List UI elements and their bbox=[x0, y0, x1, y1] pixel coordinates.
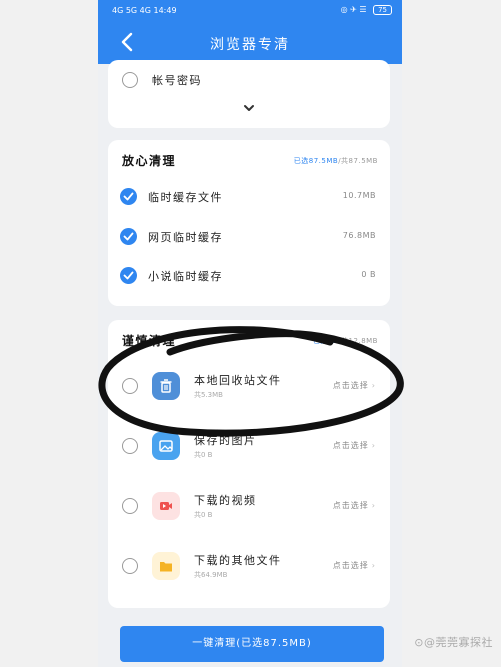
item-name-other-files: 下载的其他文件 bbox=[194, 554, 282, 567]
check-icon bbox=[123, 192, 134, 201]
status-signal: 4G 5G 4G 14:49 bbox=[112, 6, 177, 15]
folder-icon bbox=[152, 552, 180, 580]
select-downloaded-videos[interactable]: 点击选择 › bbox=[333, 500, 376, 511]
radio-other-files[interactable] bbox=[122, 558, 138, 574]
item-name-downloaded-videos: 下载的视频 bbox=[194, 494, 257, 507]
item-sub-downloaded-videos: 共0 B bbox=[194, 511, 213, 519]
page-title: 浏览器专清 bbox=[210, 37, 290, 53]
careful-selected: 已选0B bbox=[312, 337, 339, 345]
phone-screen: 4G 5G 4G 14:49 ◎ ✈ ☰ 75 浏览器专清 帐号密码 放心清理 … bbox=[98, 0, 402, 667]
select-recycle-bin[interactable]: 点击选择 › bbox=[333, 380, 376, 391]
select-saved-images[interactable]: 点击选择 › bbox=[333, 440, 376, 451]
section-title-careful: 谨慎清理 bbox=[122, 334, 177, 348]
safe-selected: 已选87.5MB bbox=[293, 157, 339, 165]
item-label-web-cache: 网页临时缓存 bbox=[148, 231, 223, 244]
item-sub-other-files: 共64.9MB bbox=[194, 571, 228, 579]
checkbox-web-cache[interactable] bbox=[120, 228, 137, 245]
careful-clean-card: 谨慎清理 已选0B/共12.8MB 本地回收站文件 共5.3MB 点击选择 › 保… bbox=[108, 320, 390, 608]
check-icon bbox=[123, 232, 134, 241]
item-size-web-cache: 76.8MB bbox=[342, 231, 376, 240]
select-other-files[interactable]: 点击选择 › bbox=[333, 560, 376, 571]
item-label-novel-cache: 小说临时缓存 bbox=[148, 270, 223, 283]
checkbox-novel-cache[interactable] bbox=[120, 267, 137, 284]
chevron-right-icon: › bbox=[371, 501, 376, 510]
radio-recycle-bin[interactable] bbox=[122, 378, 138, 394]
safe-total: /共87.5MB bbox=[338, 157, 378, 165]
image-icon bbox=[152, 432, 180, 460]
checkbox-temp-cache[interactable] bbox=[120, 188, 137, 205]
chevron-right-icon: › bbox=[371, 381, 376, 390]
account-label: 帐号密码 bbox=[152, 74, 202, 87]
careful-total: /共12.8MB bbox=[338, 337, 378, 345]
item-label-temp-cache: 临时缓存文件 bbox=[148, 191, 223, 204]
safe-clean-card: 放心清理 已选87.5MB/共87.5MB 临时缓存文件 10.7MB 网页临时… bbox=[108, 140, 390, 306]
chevron-down-icon bbox=[244, 105, 254, 111]
expand-button[interactable] bbox=[242, 100, 256, 114]
select-label: 点击选择 bbox=[332, 381, 369, 390]
section-title-safe: 放心清理 bbox=[122, 154, 177, 168]
trash-icon bbox=[152, 372, 180, 400]
status-bar: 4G 5G 4G 14:49 ◎ ✈ ☰ 75 bbox=[98, 0, 402, 22]
careful-summary: 已选0B/共12.8MB bbox=[313, 336, 378, 346]
status-icons-text: ◎ ✈ ☰ bbox=[340, 5, 367, 14]
item-size-temp-cache: 10.7MB bbox=[342, 191, 376, 200]
radio-downloaded-videos[interactable] bbox=[122, 498, 138, 514]
item-name-recycle-bin: 本地回收站文件 bbox=[194, 374, 282, 387]
check-icon bbox=[123, 271, 134, 280]
one-click-clean-button[interactable]: 一键清理(已选87.5MB) bbox=[120, 626, 384, 662]
item-size-novel-cache: 0 B bbox=[361, 270, 376, 279]
chevron-right-icon: › bbox=[371, 441, 376, 450]
select-label: 点击选择 bbox=[332, 441, 369, 450]
app-header: 浏览器专清 bbox=[98, 22, 402, 64]
chevron-right-icon: › bbox=[371, 561, 376, 570]
item-sub-saved-images: 共0 B bbox=[194, 451, 213, 459]
status-icons: ◎ ✈ ☰ 75 bbox=[341, 5, 392, 15]
select-label: 点击选择 bbox=[332, 501, 369, 510]
video-icon bbox=[152, 492, 180, 520]
safe-summary: 已选87.5MB/共87.5MB bbox=[294, 156, 378, 166]
watermark: ⊙@莞莞寡探社 bbox=[414, 636, 493, 649]
radio-saved-images[interactable] bbox=[122, 438, 138, 454]
item-name-saved-images: 保存的图片 bbox=[194, 434, 257, 447]
account-radio[interactable] bbox=[122, 72, 138, 88]
account-card: 帐号密码 bbox=[108, 60, 390, 128]
select-label: 点击选择 bbox=[332, 561, 369, 570]
battery-icon: 75 bbox=[373, 5, 392, 15]
item-sub-recycle-bin: 共5.3MB bbox=[194, 391, 223, 399]
